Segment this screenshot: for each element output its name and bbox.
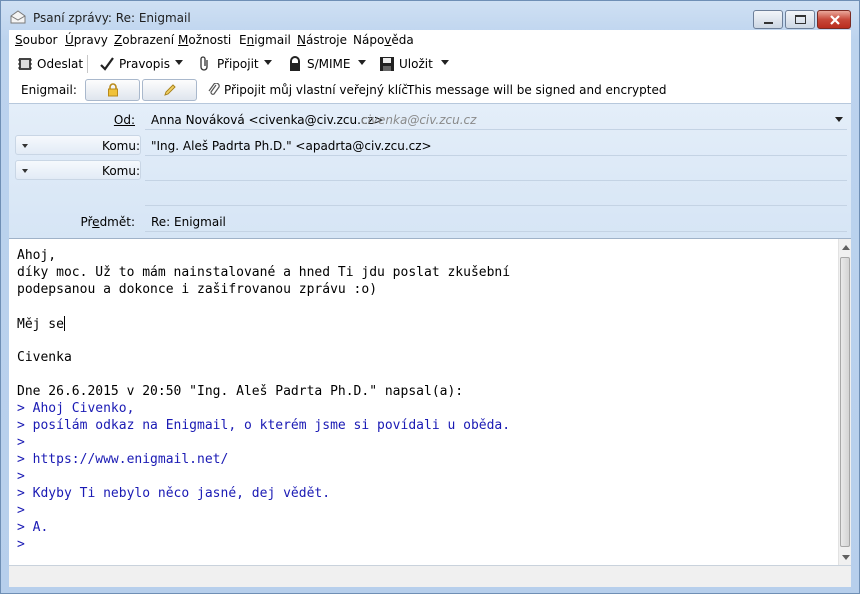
subject-label: Předmět: <box>80 215 135 229</box>
quoted-line: > <box>17 435 25 450</box>
quoted-line: > https://www.enigmail.net/ <box>17 452 229 467</box>
quoted-line: > A. <box>17 520 49 535</box>
body-line: Dne 26.6.2015 v 20:50 "Ing. Aleš Padrta … <box>17 384 464 399</box>
spelling-label: Pravopis <box>119 57 170 71</box>
address-type-selector-1[interactable]: Komu: <box>15 135 141 155</box>
attach-label: Připojit <box>217 57 259 71</box>
quoted-line: > <box>17 537 25 552</box>
paperclip-icon <box>200 56 208 71</box>
sign-toggle-button[interactable] <box>142 79 197 101</box>
quoted-line: > <box>17 503 25 518</box>
quoted-line: > Ahoj Civenko, <box>17 401 135 416</box>
send-label: Odeslat <box>37 57 84 71</box>
minimize-icon <box>764 22 773 24</box>
attach-button[interactable]: Připojit <box>197 53 259 75</box>
from-field[interactable]: Anna Nováková <civenka@civ.zcu.cz> civen… <box>145 108 847 130</box>
menu-options[interactable]: Možnosti <box>178 33 231 47</box>
attach-dropdown-icon[interactable] <box>264 60 272 65</box>
status-bar <box>9 565 851 587</box>
chevron-down-icon <box>22 144 28 148</box>
compose-app-icon <box>10 10 26 24</box>
save-button[interactable]: Uložit <box>379 53 433 75</box>
body-line: Ahoj, <box>17 248 57 263</box>
save-dropdown-icon[interactable] <box>441 60 449 65</box>
scrollbar-thumb[interactable] <box>840 257 850 547</box>
from-label: Od: <box>113 113 135 127</box>
message-body-editor[interactable]: Ahoj, díky moc. Už to mám nainstalované a… <box>9 238 851 565</box>
body-line: podepsanou a dokonce i zašifrovanou zprá… <box>17 282 378 297</box>
checkmark-icon <box>100 57 114 71</box>
to-value-1: "Ing. Aleš Padrta Ph.D." <apadrta@civ.zc… <box>151 139 432 153</box>
window-title: Psaní zprávy: Re: Enigmail <box>33 11 191 25</box>
encrypt-toggle-button[interactable] <box>85 79 140 101</box>
menu-enigmail[interactable]: Enigmail <box>239 33 291 47</box>
maximize-button[interactable] <box>785 10 815 29</box>
body-line: Civenka <box>17 350 72 365</box>
body-line: Měj se <box>17 316 65 332</box>
minimize-button[interactable] <box>753 10 783 29</box>
quoted-line: > <box>17 469 25 484</box>
text-caret <box>63 316 65 331</box>
send-icon <box>18 58 32 70</box>
smime-dropdown-icon[interactable] <box>358 60 366 65</box>
menu-tools[interactable]: Nástroje <box>297 33 347 47</box>
menu-help[interactable]: Nápověda <box>353 33 414 47</box>
menu-edit[interactable]: Úpravy <box>65 33 108 47</box>
spelling-button[interactable]: Pravopis <box>99 53 170 75</box>
vertical-scrollbar[interactable] <box>838 239 851 565</box>
to-label-1: Komu: <box>102 139 140 153</box>
menu-view[interactable]: Zobrazení <box>114 33 174 47</box>
subject-value: Re: Enigmail <box>151 215 226 229</box>
to-field-empty[interactable] <box>145 184 847 206</box>
message-headers: Od: Anna Nováková <civenka@civ.zcu.cz> c… <box>9 103 851 238</box>
address-type-selector-2[interactable]: Komu: <box>15 160 141 180</box>
smime-button[interactable]: S/MIME <box>287 53 351 75</box>
menu-file[interactable]: Soubor <box>15 33 57 47</box>
scroll-down-icon[interactable] <box>842 555 850 560</box>
save-label: Uložit <box>399 57 433 71</box>
chevron-down-icon <box>22 169 28 173</box>
to-label-2: Komu: <box>102 164 140 178</box>
spelling-dropdown-icon[interactable] <box>175 60 183 65</box>
from-dropdown-icon[interactable] <box>835 117 843 122</box>
send-button[interactable]: Odeslat <box>17 53 83 75</box>
title-bar: Psaní zprávy: Re: Enigmail <box>1 1 859 31</box>
enigmail-label: Enigmail: <box>21 83 77 97</box>
lock-icon <box>108 83 118 97</box>
subject-field[interactable]: Re: Enigmail <box>145 210 847 232</box>
attach-public-key-button[interactable]: Připojit můj vlastní veřejný klíč <box>207 83 408 97</box>
quoted-line: > Kdyby Ti nebylo něco jasné, dej vědět. <box>17 486 331 501</box>
scroll-up-icon[interactable] <box>842 245 850 250</box>
compose-window: Psaní zprávy: Re: Enigmail Soubor Úpravy… <box>0 0 860 594</box>
quoted-line: > posílám odkaz na Enigmail, o kterém js… <box>17 418 511 433</box>
enigmail-toolbar: Enigmail: Připojit můj vlastní veřejný k… <box>9 78 851 103</box>
menu-bar: Soubor Úpravy Zobrazení Možnosti Enigmai… <box>9 30 851 50</box>
maximize-icon <box>795 15 806 24</box>
toolbar-separator <box>87 55 88 73</box>
paperclip-icon <box>208 83 220 95</box>
close-icon <box>830 15 840 25</box>
smime-label: S/MIME <box>307 57 351 71</box>
to-field-2[interactable] <box>145 159 847 181</box>
from-identity: civenka@civ.zcu.cz <box>361 113 477 127</box>
lock-icon <box>290 56 300 71</box>
enigmail-status: This message will be signed and encrypte… <box>407 83 667 97</box>
pen-icon <box>164 84 176 96</box>
from-value: Anna Nováková <civenka@civ.zcu.cz> <box>151 113 384 127</box>
close-button[interactable] <box>817 10 851 29</box>
attach-public-key-label: Připojit můj vlastní veřejný klíč <box>224 83 408 97</box>
body-line: díky moc. Už to mám nainstalované a hned… <box>17 265 511 280</box>
main-toolbar: Odeslat Pravopis Připojit S/MIME Uložit <box>9 50 851 78</box>
to-field-1[interactable]: "Ing. Aleš Padrta Ph.D." <apadrta@civ.zc… <box>145 134 847 156</box>
floppy-disk-icon <box>380 57 394 71</box>
